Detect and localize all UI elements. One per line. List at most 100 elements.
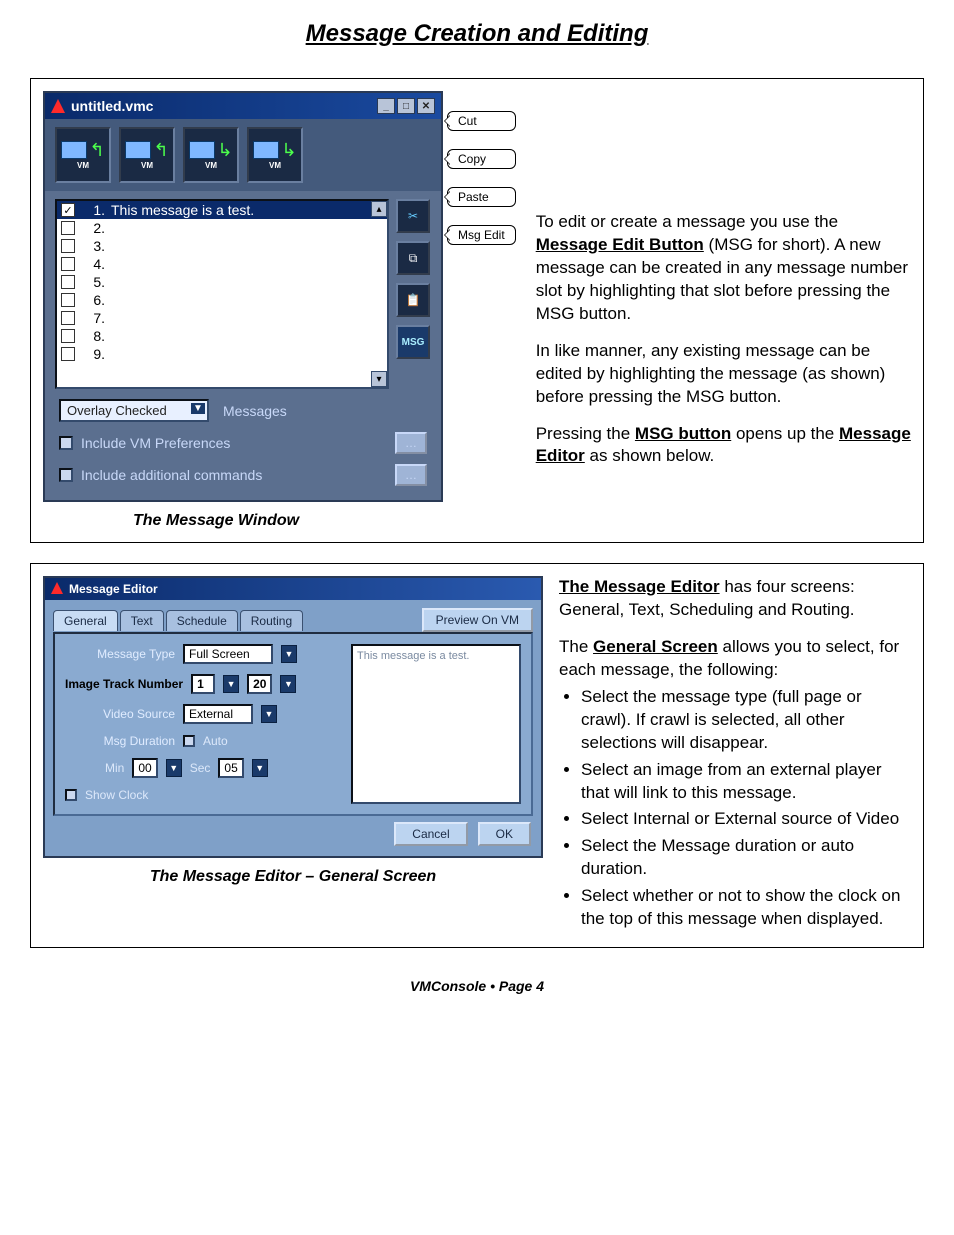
page-title: Message Creation and Editing	[30, 20, 924, 48]
close-button[interactable]: ✕	[417, 98, 435, 114]
message-number: 8.	[81, 328, 105, 344]
tab-schedule[interactable]: Schedule	[166, 610, 238, 631]
figure-2-box: Message Editor General Text Schedule Rou…	[30, 563, 924, 948]
bullet-item: Select Internal or External source of Vi…	[581, 808, 911, 831]
msg-edit-button[interactable]: MSG	[396, 325, 430, 359]
track-number-b[interactable]: 20	[247, 674, 272, 694]
tab-general[interactable]: General	[53, 610, 118, 631]
vm-slot-3[interactable]: ↳ VM	[183, 127, 239, 183]
checkbox-icon[interactable]	[61, 293, 75, 307]
message-editor-window: Message Editor General Text Schedule Rou…	[43, 576, 543, 858]
scroll-down-button[interactable]: ▾	[371, 371, 387, 387]
track-number-a[interactable]: 1	[191, 674, 215, 694]
vm-label: VM	[269, 161, 281, 170]
checkbox-icon[interactable]	[61, 257, 75, 271]
chevron-down-icon[interactable]: ▼	[252, 759, 268, 777]
checkbox-icon[interactable]	[61, 239, 75, 253]
figure2-caption: The Message Editor – General Screen	[43, 868, 543, 886]
text: The	[559, 637, 593, 656]
vm-chip-icon	[61, 141, 87, 159]
bullet-item: Select an image from an external player …	[581, 759, 911, 805]
callout-paste: Paste	[447, 187, 516, 207]
app-logo-icon	[51, 582, 63, 597]
paste-button[interactable]: 📋	[396, 283, 430, 317]
checkbox-icon[interactable]	[61, 329, 75, 343]
include-cmds-label: Include additional commands	[81, 467, 262, 483]
message-number: 5.	[81, 274, 105, 290]
message-row[interactable]: 4.	[57, 255, 387, 273]
chevron-down-icon[interactable]: ▼	[223, 675, 239, 693]
video-source-select[interactable]: External	[183, 704, 253, 724]
tab-routing[interactable]: Routing	[240, 610, 303, 631]
message-number: 4.	[81, 256, 105, 272]
include-vm-label: Include VM Preferences	[81, 435, 230, 451]
checkbox-icon[interactable]	[61, 221, 75, 235]
checkbox-icon[interactable]	[61, 275, 75, 289]
tab-text[interactable]: Text	[120, 610, 164, 631]
message-row[interactable]: ✓ 1. This message is a test.	[57, 201, 387, 219]
callouts-column: Cut Copy Paste Msg Edit	[447, 91, 516, 502]
sec-input[interactable]: 05	[218, 758, 243, 778]
ok-button[interactable]: OK	[478, 822, 531, 846]
cmds-browse-button[interactable]: …	[395, 464, 427, 486]
vm-slot-4[interactable]: ↳ VM	[247, 127, 303, 183]
video-source-label: Video Source	[65, 707, 175, 721]
overlay-dropdown[interactable]: Overlay Checked	[59, 399, 209, 422]
editor-tabs: General Text Schedule Routing	[53, 610, 305, 631]
app-logo-icon	[51, 99, 65, 113]
text: Pressing the	[536, 424, 635, 443]
chevron-down-icon[interactable]: ▼	[281, 645, 297, 663]
message-row[interactable]: 9.	[57, 345, 387, 363]
cut-button[interactable]: ✂	[396, 199, 430, 233]
chevron-down-icon[interactable]: ▼	[166, 759, 182, 777]
text: To edit or create a message you use the	[536, 212, 838, 231]
chevron-down-icon[interactable]: ▼	[280, 675, 296, 693]
bullet-item: Select whether or not to show the clock …	[581, 885, 911, 931]
include-vm-checkbox[interactable]: Include VM Preferences	[59, 435, 230, 451]
scissors-icon: ✂	[408, 209, 418, 223]
callout-copy: Copy	[447, 149, 516, 169]
image-track-label: Image Track Number	[65, 677, 183, 691]
checkbox-icon[interactable]	[61, 311, 75, 325]
message-list[interactable]: ▴ ✓ 1. This message is a test. 2. 3. 4. …	[55, 199, 389, 389]
vm-prefs-browse-button[interactable]: …	[395, 432, 427, 454]
checkbox-icon[interactable]	[61, 347, 75, 361]
message-row[interactable]: 3.	[57, 237, 387, 255]
maximize-button[interactable]: □	[397, 98, 415, 114]
message-number: 1.	[81, 202, 105, 218]
min-input[interactable]: 00	[132, 758, 157, 778]
message-number: 9.	[81, 346, 105, 362]
general-screen-bullets: Select the message type (full page or cr…	[559, 686, 911, 931]
auto-checkbox[interactable]: Auto	[183, 734, 228, 748]
cancel-button[interactable]: Cancel	[394, 822, 467, 846]
figure1-description: To edit or create a message you use the …	[536, 91, 911, 502]
term-general-screen: General Screen	[593, 637, 718, 656]
message-row[interactable]: 7.	[57, 309, 387, 327]
vm-toolbar: ↰ VM ↰ VM ↳	[45, 119, 441, 191]
message-row[interactable]: 8.	[57, 327, 387, 345]
message-row[interactable]: 2.	[57, 219, 387, 237]
scroll-up-button[interactable]: ▴	[371, 201, 387, 217]
editor-title: Message Editor	[69, 582, 158, 596]
editor-titlebar: Message Editor	[45, 578, 541, 600]
message-row[interactable]: 5.	[57, 273, 387, 291]
message-type-label: Message Type	[65, 647, 175, 661]
chevron-down-icon[interactable]: ▼	[261, 705, 277, 723]
vm-slot-2[interactable]: ↰ VM	[119, 127, 175, 183]
copy-button[interactable]: ⧉	[396, 241, 430, 275]
arrow-right-icon: ↳	[217, 141, 232, 159]
message-row[interactable]: 6.	[57, 291, 387, 309]
include-cmds-checkbox[interactable]: Include additional commands	[59, 467, 262, 483]
vm-label: VM	[141, 161, 153, 170]
show-clock-checkbox[interactable]: Show Clock	[65, 788, 148, 802]
message-window: untitled.vmc _ □ ✕ ↰ VM	[43, 91, 443, 502]
text: as shown below.	[585, 446, 714, 465]
minimize-button[interactable]: _	[377, 98, 395, 114]
figure-1-box: untitled.vmc _ □ ✕ ↰ VM	[30, 78, 924, 543]
message-type-select[interactable]: Full Screen	[183, 644, 273, 664]
message-number: 2.	[81, 220, 105, 236]
vm-chip-icon	[253, 141, 279, 159]
checkbox-icon[interactable]: ✓	[61, 203, 75, 217]
preview-on-vm-button[interactable]: Preview On VM	[422, 608, 533, 632]
vm-slot-1[interactable]: ↰ VM	[55, 127, 111, 183]
